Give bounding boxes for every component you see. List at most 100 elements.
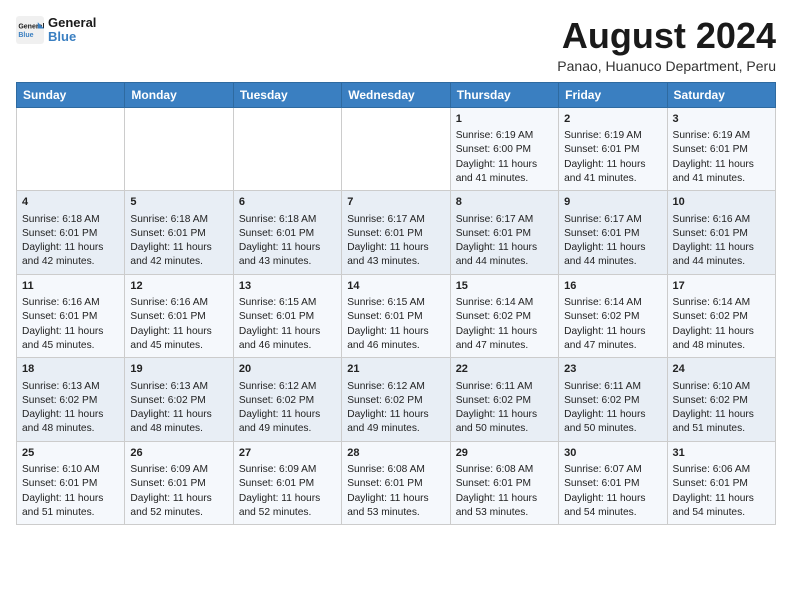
calendar-cell: 4Sunrise: 6:18 AMSunset: 6:01 PMDaylight… [17, 191, 125, 275]
day-number: 9 [564, 195, 661, 210]
calendar-cell: 12Sunrise: 6:16 AMSunset: 6:01 PMDayligh… [125, 274, 233, 358]
day-info: Sunrise: 6:10 AM [673, 380, 770, 394]
day-number: 2 [564, 112, 661, 127]
title-block: August 2024 Panao, Huanuco Department, P… [557, 16, 776, 74]
calendar-cell: 7Sunrise: 6:17 AMSunset: 6:01 PMDaylight… [342, 191, 450, 275]
day-info: Sunset: 6:00 PM [456, 143, 553, 157]
day-info: Daylight: 11 hours [564, 492, 661, 506]
day-info: Sunset: 6:02 PM [22, 394, 119, 408]
day-info: and 42 minutes. [130, 255, 227, 269]
day-info: Daylight: 11 hours [456, 325, 553, 339]
day-info: Sunrise: 6:17 AM [564, 213, 661, 227]
calendar-cell: 25Sunrise: 6:10 AMSunset: 6:01 PMDayligh… [17, 441, 125, 525]
day-info: Daylight: 11 hours [564, 325, 661, 339]
day-info: Sunrise: 6:16 AM [130, 296, 227, 310]
day-number: 30 [564, 446, 661, 461]
day-info: Daylight: 11 hours [456, 492, 553, 506]
calendar-cell: 3Sunrise: 6:19 AMSunset: 6:01 PMDaylight… [667, 107, 775, 191]
day-info: and 42 minutes. [22, 255, 119, 269]
day-info: Sunrise: 6:09 AM [130, 463, 227, 477]
calendar-table: SundayMondayTuesdayWednesdayThursdayFrid… [16, 82, 776, 526]
day-info: Sunrise: 6:19 AM [673, 129, 770, 143]
page-header: General Blue General Blue August 2024 Pa… [16, 16, 776, 74]
week-row-2: 4Sunrise: 6:18 AMSunset: 6:01 PMDaylight… [17, 191, 776, 275]
day-info: Daylight: 11 hours [347, 325, 444, 339]
day-number: 3 [673, 112, 770, 127]
day-number: 15 [456, 279, 553, 294]
day-info: Daylight: 11 hours [456, 408, 553, 422]
day-header-sunday: Sunday [17, 82, 125, 107]
day-info: and 49 minutes. [239, 422, 336, 436]
day-info: Sunrise: 6:18 AM [239, 213, 336, 227]
day-info: Sunrise: 6:16 AM [22, 296, 119, 310]
day-info: Daylight: 11 hours [347, 492, 444, 506]
day-number: 8 [456, 195, 553, 210]
calendar-cell: 21Sunrise: 6:12 AMSunset: 6:02 PMDayligh… [342, 358, 450, 442]
day-info: Daylight: 11 hours [347, 408, 444, 422]
day-info: and 54 minutes. [673, 506, 770, 520]
calendar-cell: 9Sunrise: 6:17 AMSunset: 6:01 PMDaylight… [559, 191, 667, 275]
day-info: and 46 minutes. [239, 339, 336, 353]
day-info: and 49 minutes. [347, 422, 444, 436]
day-info: Daylight: 11 hours [130, 492, 227, 506]
calendar-cell: 18Sunrise: 6:13 AMSunset: 6:02 PMDayligh… [17, 358, 125, 442]
day-number: 17 [673, 279, 770, 294]
day-info: Sunset: 6:01 PM [130, 477, 227, 491]
day-info: and 48 minutes. [22, 422, 119, 436]
day-info: Sunset: 6:01 PM [673, 477, 770, 491]
day-info: Sunrise: 6:10 AM [22, 463, 119, 477]
calendar-header: SundayMondayTuesdayWednesdayThursdayFrid… [17, 82, 776, 107]
calendar-cell: 14Sunrise: 6:15 AMSunset: 6:01 PMDayligh… [342, 274, 450, 358]
day-number: 26 [130, 446, 227, 461]
day-info: and 50 minutes. [564, 422, 661, 436]
day-header-wednesday: Wednesday [342, 82, 450, 107]
day-info: Sunrise: 6:18 AM [22, 213, 119, 227]
day-info: Daylight: 11 hours [564, 158, 661, 172]
day-info: Sunset: 6:01 PM [130, 227, 227, 241]
day-info: Sunset: 6:01 PM [347, 477, 444, 491]
day-info: Daylight: 11 hours [673, 241, 770, 255]
calendar-cell [125, 107, 233, 191]
day-number: 1 [456, 112, 553, 127]
day-info: Sunset: 6:01 PM [22, 227, 119, 241]
day-info: Sunrise: 6:16 AM [673, 213, 770, 227]
day-info: Sunset: 6:01 PM [347, 227, 444, 241]
day-number: 19 [130, 362, 227, 377]
day-info: Sunset: 6:02 PM [347, 394, 444, 408]
logo: General Blue General Blue [16, 16, 96, 45]
day-number: 20 [239, 362, 336, 377]
day-number: 5 [130, 195, 227, 210]
day-info: Daylight: 11 hours [456, 241, 553, 255]
day-number: 27 [239, 446, 336, 461]
day-info: Sunrise: 6:14 AM [456, 296, 553, 310]
day-info: Daylight: 11 hours [22, 325, 119, 339]
day-info: Sunrise: 6:11 AM [564, 380, 661, 394]
day-number: 23 [564, 362, 661, 377]
month-title: August 2024 [557, 16, 776, 56]
day-number: 31 [673, 446, 770, 461]
day-info: and 51 minutes. [673, 422, 770, 436]
day-info: and 48 minutes. [130, 422, 227, 436]
day-info: and 43 minutes. [347, 255, 444, 269]
week-row-5: 25Sunrise: 6:10 AMSunset: 6:01 PMDayligh… [17, 441, 776, 525]
day-number: 16 [564, 279, 661, 294]
day-info: Daylight: 11 hours [673, 325, 770, 339]
day-info: Daylight: 11 hours [239, 408, 336, 422]
day-info: and 44 minutes. [673, 255, 770, 269]
calendar-cell: 19Sunrise: 6:13 AMSunset: 6:02 PMDayligh… [125, 358, 233, 442]
svg-text:Blue: Blue [18, 32, 33, 39]
day-info: and 51 minutes. [22, 506, 119, 520]
day-info: and 41 minutes. [564, 172, 661, 186]
day-info: Sunset: 6:02 PM [456, 310, 553, 324]
day-info: Sunrise: 6:06 AM [673, 463, 770, 477]
day-number: 12 [130, 279, 227, 294]
day-info: Sunrise: 6:08 AM [347, 463, 444, 477]
day-info: Sunset: 6:01 PM [239, 227, 336, 241]
day-number: 4 [22, 195, 119, 210]
day-info: Sunset: 6:01 PM [673, 227, 770, 241]
day-info: Sunset: 6:02 PM [564, 310, 661, 324]
day-info: and 44 minutes. [456, 255, 553, 269]
day-info: Sunrise: 6:17 AM [456, 213, 553, 227]
calendar-cell [233, 107, 341, 191]
day-info: and 43 minutes. [239, 255, 336, 269]
